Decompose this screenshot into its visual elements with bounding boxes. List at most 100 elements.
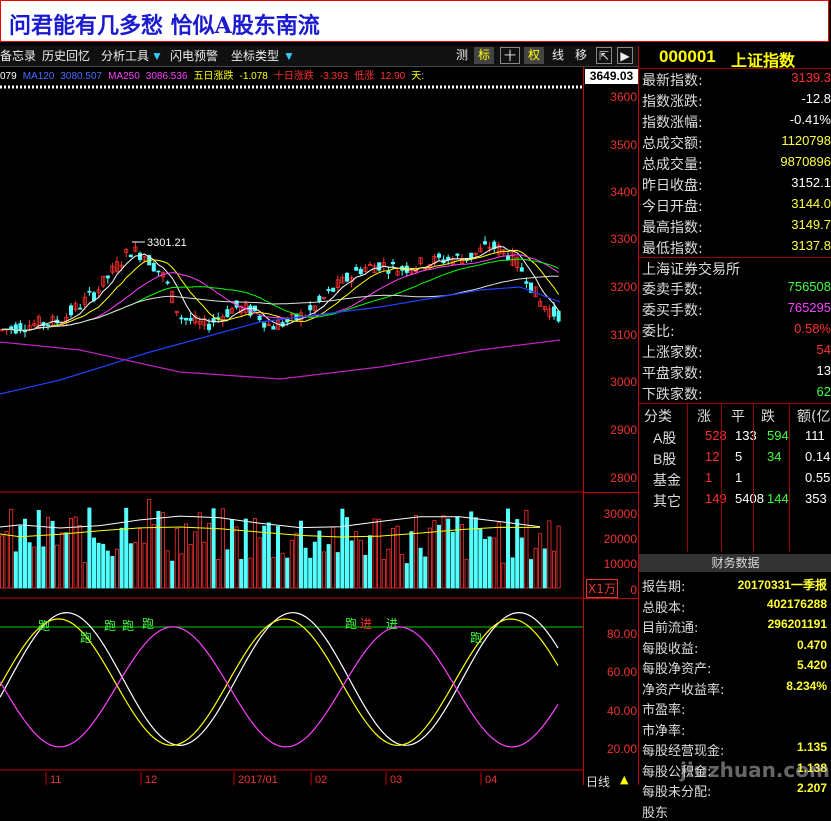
candle-body [128,254,133,258]
oscillator-tick-label: 80.00 [606,627,637,641]
price-tick-label: 2900 [610,423,637,437]
quote-label: 委买手数: [642,303,703,319]
line-button[interactable]: 线 [548,47,568,64]
mark-button[interactable]: 标 [474,47,494,64]
volume-bar [257,537,262,589]
candle-body [156,270,161,273]
grid-cell: 594 [767,428,789,443]
candle-body [331,287,336,292]
date-tick-label: 2017/01 [238,774,278,785]
volume-bar [289,539,294,589]
volume-bar [409,531,414,589]
candle-body [225,309,230,318]
rights-button[interactable]: 权 [524,47,544,64]
move-button[interactable]: 移 [571,47,591,64]
indicator-value: 天: [411,71,425,81]
toolbar-history[interactable]: 历史回忆 [42,48,90,64]
market-grid-row: A股 528 133 594 111 [639,426,831,447]
indicator-value: 3086.536 [145,71,188,81]
volume-bar [188,544,193,589]
date-tick-label: 02 [315,774,327,785]
crosshair-button[interactable]: 十 [500,47,520,64]
grid-cell: 149 [705,491,727,506]
candle-body [183,317,188,321]
finance-label: 每股收益: [642,641,699,657]
price-tick-label: 3300 [610,232,637,246]
volume-bar [202,541,207,589]
volume-bar [165,550,170,589]
toolbar-alert[interactable]: 闪电预警 [170,48,218,64]
quote-label: 下跌家数: [642,387,703,403]
kline-chart[interactable]: 3301.21 跑跑跑跑跑跑进进跑 11 12 2017/01 02 03 04 [0,82,583,786]
candle-body [262,322,267,328]
indicator-values-bar: 079 MA120 3080.507 MA250 3086.536 五日涨跌 -1.078 十… [0,67,583,81]
candle-body [354,267,359,271]
current-price-box: 3649.03 [585,69,638,84]
quote-row: 委比: 0.58% [639,320,831,341]
volume-bar [101,543,106,589]
candle-body [326,289,331,292]
quote-value: 1120798 [781,133,831,148]
grid-cell: 1 [735,470,743,485]
period-label[interactable]: 日线 [586,773,610,790]
finance-row: 净资产收益率: 8.234% [639,677,831,698]
quote-row: 总成交额: 1120798 [639,132,831,153]
volume-bar [326,544,331,589]
quote-row: 最新指数: 3139.3 [639,69,831,90]
volume-bar [59,532,64,589]
quote-label: 上涨家数: [642,345,703,361]
quote-row: 总成交量: 9870896 [639,153,831,174]
toolbar-memo[interactable]: 备忘录 [0,48,36,64]
candle-body [436,253,441,258]
volume-bar [0,535,4,589]
grid-header-cell: 涨 [697,409,711,425]
volume-bar [487,536,492,589]
candle-body [344,272,349,282]
toolbar: 备忘录 历史回忆 分析工具 ▼ 闪电预警 坐标类型 ▼ 测 标 十 权 线 移 … [0,46,638,67]
volume-bar [119,527,124,589]
grid-cell: A股 [653,430,677,446]
banner-title: 问君能有几多愁 恰似A股东南流 [9,13,320,39]
measure-button[interactable]: 测 [452,47,472,64]
volume-bar [418,547,423,589]
candle-body [552,306,557,317]
volume-bar [354,531,359,589]
grid-cell: 34 [767,449,782,464]
chart-svg[interactable]: 3301.21跑跑跑跑跑跑进进跑11 12 2017/01 02 03 04 [0,82,583,786]
volume-bar [303,547,308,589]
finance-label: 每股经营现金: [642,744,725,759]
volume-bar [390,527,395,589]
volume-bar [377,518,382,589]
candle-body [308,305,313,311]
volume-bar [92,537,97,589]
volume-bar [358,539,363,589]
finance-label: 净资产收益率: [642,682,725,698]
finance-row: 每股经营现金: 1.135 [639,738,831,759]
finance-value: 1.135 [796,740,827,754]
finance-label: 总股本: [642,600,686,616]
volume-bar [239,559,244,589]
up-arrow-icon[interactable]: ▲ [620,773,628,786]
dropdown-arrow-icon[interactable]: ▼ [283,48,295,64]
toolbar-coord[interactable]: 坐标类型 [231,48,279,64]
dropdown-arrow-icon[interactable]: ▼ [151,48,163,64]
next-icon[interactable]: ▶ [617,47,633,64]
grid-header-cell: 额(亿 [797,409,831,425]
volume-bar [349,540,354,589]
volume-bar [96,542,101,589]
grid-header-cell: 分类 [644,409,672,425]
quote-value: 3144.0 [791,196,831,211]
volume-bar [367,535,372,589]
export-icon[interactable]: ⇱ [596,47,612,64]
quote-value: -0.41% [789,112,831,127]
price-tick-label: 3600 [610,90,637,104]
date-tick-label: 03 [390,774,402,785]
price-tick-label: 3200 [610,280,637,294]
market-grid-header: 分类 涨 平跌 额(亿 [639,404,831,425]
volume-bar [105,550,110,589]
signal-label: 跑 [122,619,134,633]
signal-label: 进 [360,617,372,631]
toolbar-analysis[interactable]: 分析工具 [101,48,149,64]
grid-cell: 144 [767,491,789,506]
quote-label: 指数涨跌: [642,94,703,110]
